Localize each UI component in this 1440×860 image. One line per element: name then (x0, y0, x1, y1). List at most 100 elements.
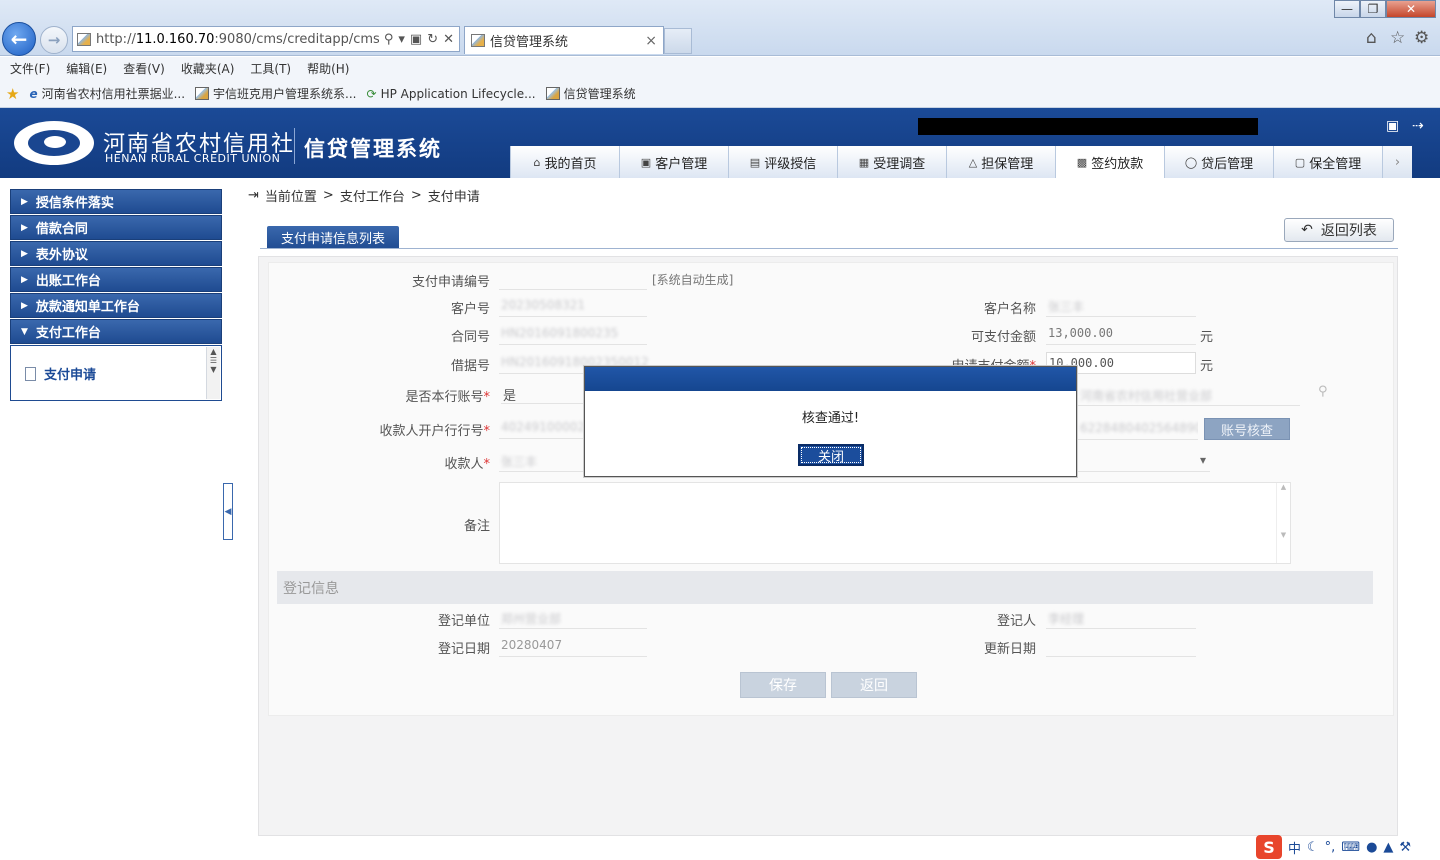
nav-tab-rating[interactable]: ▤ 评级授信 (728, 146, 837, 178)
alert-dialog: 核查通过! 关闭 (584, 366, 1077, 477)
sidebar-subitem-payment-apply[interactable]: 支付申请 (25, 364, 96, 383)
caret-right-icon: ▶ (21, 248, 28, 259)
back-to-list-button[interactable]: ↶ 返回列表 (1284, 218, 1394, 242)
search-icon[interactable]: ⚲ (384, 32, 394, 47)
document-icon (25, 366, 36, 381)
caret-right-icon: ▶ (21, 300, 28, 311)
dialog-titlebar[interactable] (585, 367, 1076, 391)
breadcrumb-payment[interactable]: 支付工作台 (340, 186, 405, 205)
tab-underline (260, 248, 1398, 249)
textarea-remark[interactable]: ▲ ▼ (499, 482, 1291, 564)
browser-tab-active[interactable]: 信贷管理系统 × (464, 26, 664, 54)
return-icon: ↶ (1301, 222, 1313, 238)
dropdown-icon[interactable]: ▾ (398, 32, 405, 47)
label-cust-no: 客户号 (450, 302, 490, 317)
menu-help[interactable]: 帮助(H) (307, 60, 349, 77)
wrench-icon[interactable]: ⚒ (1399, 840, 1411, 855)
nav-tab-signing[interactable]: ▩ 签约放款 (1055, 146, 1164, 178)
dialog-message: 核查通过! (801, 411, 860, 426)
label-contract: 合同号 (450, 330, 490, 345)
window-close-icon[interactable]: ✕ (1386, 0, 1436, 18)
back-arrow-icon[interactable]: ← (2, 22, 36, 56)
sidebar-item-offbalance[interactable]: ▶ 表外协议 (10, 241, 222, 266)
label-reg-unit: 登记单位 (437, 614, 490, 629)
favorites-star-icon[interactable]: ☆ (1390, 28, 1405, 48)
remark-scrollbar[interactable]: ▲ ▼ (1276, 483, 1290, 563)
tab-close-icon[interactable]: × (645, 33, 657, 49)
redacted-bar (918, 118, 1258, 135)
field-contract: HN2016091800235 (499, 323, 647, 345)
survey-icon: ▦ (858, 155, 870, 169)
menu-edit[interactable]: 编辑(E) (66, 60, 107, 77)
nav-tab-postloan[interactable]: ◯ 贷后管理 (1164, 146, 1273, 178)
signing-icon: ▩ (1076, 155, 1088, 169)
user-icon[interactable]: ● (1366, 840, 1377, 855)
collapse-sidebar-icon[interactable]: ◀ (223, 483, 233, 540)
moon-icon[interactable]: ☾ (1307, 840, 1319, 855)
caret-right-icon: ▶ (21, 196, 28, 207)
favorite-link-2[interactable]: 宇信班克用户管理系统系... (195, 85, 357, 102)
sidebar-item-notice[interactable]: ▶ 放款通知单工作台 (10, 293, 222, 318)
address-bar[interactable]: http://11.0.160.70:9080/cms/creditapp/cm… (72, 26, 460, 52)
caret-right-icon: ▶ (21, 222, 28, 233)
stop-icon[interactable]: ✕ (443, 32, 454, 47)
input-bank-no[interactable]: 402491000026 (499, 417, 583, 439)
menu-tools[interactable]: 工具(T) (250, 60, 291, 77)
sogou-logo-icon[interactable]: S (1256, 835, 1282, 859)
select-payee-type[interactable]: ▾ (1078, 450, 1210, 472)
menu-favorites[interactable]: 收藏夹(A) (181, 60, 235, 77)
input-payee[interactable]: 张三丰 (499, 450, 583, 472)
return-button[interactable]: 返回 (831, 672, 917, 698)
nav-tab-survey[interactable]: ▦ 受理调查 (837, 146, 946, 178)
dialog-close-button[interactable]: 关闭 (798, 444, 864, 466)
new-tab-button[interactable] (664, 28, 692, 54)
home-icon[interactable]: ⌂ (1366, 28, 1377, 48)
nav-tab-home[interactable]: ⌂ 我的首页 (510, 146, 619, 178)
sidebar-item-credit-conditions[interactable]: ▶ 授信条件落实 (10, 189, 222, 214)
field-update-date (1046, 635, 1196, 657)
favorites-add-icon[interactable]: ★ (6, 85, 19, 103)
forward-arrow-icon[interactable]: → (40, 26, 68, 54)
punctuation-icon[interactable]: °, (1325, 840, 1336, 855)
sidebar-submenu: 支付申请 ▲ ☰ ▼ (10, 345, 222, 401)
ime-mode-toggle[interactable]: 中 (1288, 838, 1301, 857)
logout-icon[interactable]: ⇢ (1412, 118, 1424, 134)
tab-payment-list[interactable]: 支付申请信息列表 (267, 226, 399, 249)
select-own-account[interactable]: 是 (501, 382, 585, 404)
sidebar-item-payment[interactable]: ▼ 支付工作台 (10, 319, 222, 344)
favorite-link-4[interactable]: 信贷管理系统 (545, 85, 636, 102)
page-icon (195, 87, 210, 100)
sidebar-item-loan-contract[interactable]: ▶ 借款合同 (10, 215, 222, 240)
shirt-icon[interactable]: ▲ (1383, 840, 1393, 855)
input-account-no[interactable]: 6228480402564890018 (1078, 418, 1198, 440)
nav-tab-preservation[interactable]: ▢ 保全管理 (1273, 146, 1382, 178)
favorite-link-1[interactable]: e 河南省农村信用社票据业... (29, 85, 185, 102)
restore-icon[interactable]: ❐ (1360, 0, 1386, 18)
verify-account-button[interactable]: 账号核查 (1204, 418, 1290, 440)
menu-file[interactable]: 文件(F) (10, 60, 50, 77)
unit-yuan: 元 (1200, 330, 1214, 345)
label-reg-date: 登记日期 (437, 642, 490, 657)
header-divider (294, 128, 295, 164)
sidebar-scrollbar[interactable]: ▲ ☰ ▼ (206, 347, 220, 399)
breadcrumb: ⇥ 当前位置 > 支付工作台 > 支付申请 (248, 186, 480, 205)
warning-icon: △ (968, 155, 978, 169)
minimize-icon[interactable]: — (1334, 0, 1360, 18)
nav-tab-customer[interactable]: ▣ 客户管理 (619, 146, 728, 178)
keyboard-icon[interactable]: ⌨ (1341, 840, 1360, 855)
unit-yuan: 元 (1200, 359, 1214, 374)
monitor-icon[interactable]: ▣ (1386, 118, 1399, 134)
settings-gear-icon[interactable]: ⚙ (1414, 28, 1429, 48)
nav-scroll-right-icon[interactable]: › (1382, 146, 1412, 178)
required-mark: * (483, 424, 491, 439)
sidebar-item-disbursement[interactable]: ▶ 出账工作台 (10, 267, 222, 292)
nav-tab-guarantee[interactable]: △ 担保管理 (946, 146, 1055, 178)
refresh-icon[interactable]: ↻ (427, 32, 438, 47)
field-reg-person: 李经理 (1046, 607, 1196, 629)
favorite-link-3[interactable]: ⟳ HP Application Lifecycle... (367, 87, 536, 101)
compat-view-icon[interactable]: ▣ (410, 32, 422, 47)
menu-view[interactable]: 查看(V) (123, 60, 165, 77)
save-button[interactable]: 保存 (740, 672, 826, 698)
search-icon[interactable]: ⚲ (1318, 384, 1328, 399)
ime-toolbar: S 中 ☾ °, ⌨ ● ▲ ⚒ (1256, 834, 1411, 860)
